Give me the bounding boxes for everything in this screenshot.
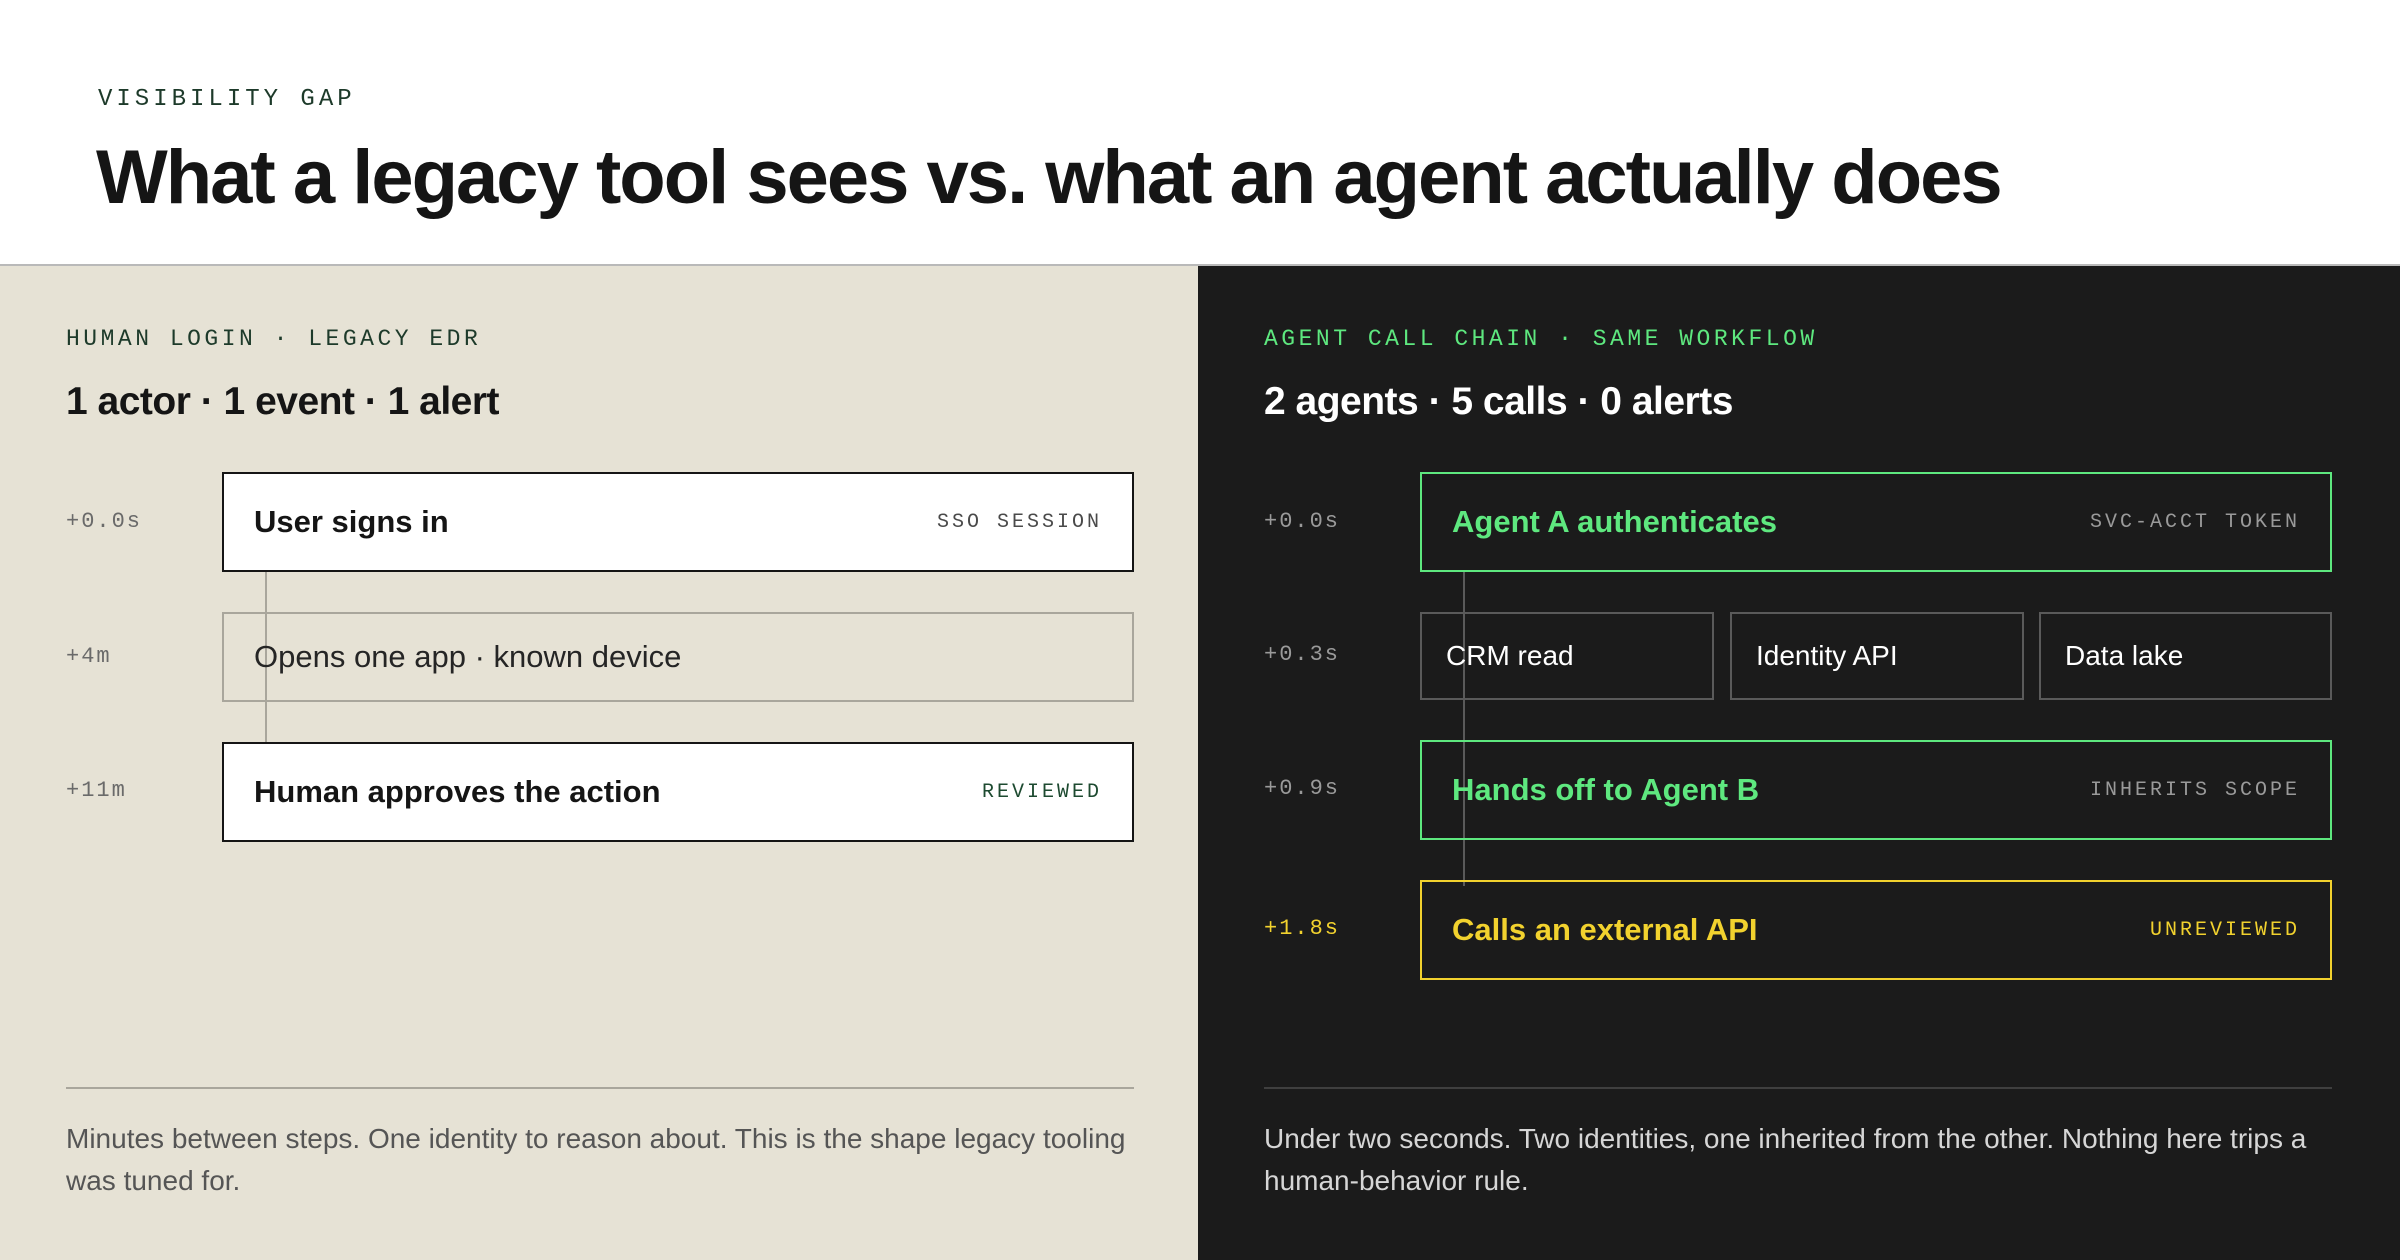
agent-step-tag: UNREVIEWED [2149,918,2300,942]
agent-divider [1264,1087,2332,1089]
agent-step-authenticate: Agent A authenticates SVC-ACCT TOKEN [1420,472,2332,572]
agent-step-label: Agent A authenticates [1452,504,1777,539]
agent-call-crm: CRM read [1420,612,1714,700]
agent-eyebrow: AGENT CALL CHAIN · SAME WORKFLOW [1264,326,1818,352]
header: VISIBILITY GAP What a legacy tool sees v… [0,0,2400,266]
agent-footnote: Under two seconds. Two identities, one i… [1264,1123,2307,1196]
agent-call-label: CRM read [1446,640,1574,671]
agent-step-tag: SVC-ACCT TOKEN [2089,510,2300,534]
agent-step-tag: INHERITS SCOPE [2089,778,2300,802]
legacy-panel: HUMAN LOGIN · LEGACY EDR 1 actor · 1 eve… [0,266,1198,1260]
agent-panel: AGENT CALL CHAIN · SAME WORKFLOW 2 agent… [1198,266,2400,1260]
legacy-step-tag: SSO SESSION [936,510,1102,534]
agent-call-identity: Identity API [1730,612,2024,700]
legacy-step-time: +4m [66,644,112,669]
agent-call-label: Data lake [2065,640,2184,671]
agent-step-label: Calls an external API [1452,912,1758,947]
agent-step-label: Hands off to Agent B [1452,772,1760,807]
legacy-step-label: User signs in [254,504,449,539]
agent-step-external-api: Calls an external API UNREVIEWED [1420,880,2332,980]
legacy-step-signin: User signs in SSO SESSION [222,472,1134,572]
legacy-step-open-app: Opens one app · known device [222,612,1134,702]
page-title: What a legacy tool sees vs. what an agen… [96,135,2003,220]
agent-call-label: Identity API [1756,640,1898,671]
agent-step-time: +0.0s [1264,509,1341,534]
legacy-eyebrow: HUMAN LOGIN · LEGACY EDR [66,326,482,352]
agent-step-handoff: Hands off to Agent B INHERITS SCOPE [1420,740,2332,840]
legacy-step-label: Human approves the action [254,774,661,809]
header-eyebrow: VISIBILITY GAP [98,86,356,113]
agent-step-time: +1.8s [1264,916,1341,941]
legacy-divider [66,1087,1134,1089]
legacy-step-time: +11m [66,778,127,803]
agent-step-time: +0.9s [1264,776,1341,801]
legacy-step-time: +0.0s [66,509,143,534]
legacy-step-approve: Human approves the action REVIEWED [222,742,1134,842]
legacy-step-label: Opens one app · known device [254,639,682,674]
agent-step-time: +0.3s [1264,642,1341,667]
legacy-footnote: Minutes between steps. One identity to r… [66,1123,1126,1196]
legacy-step-tag: REVIEWED [981,780,1102,804]
agent-call-datalake: Data lake [2039,612,2332,700]
legacy-stat: 1 actor · 1 event · 1 alert [66,380,500,423]
agent-stat: 2 agents · 5 calls · 0 alerts [1264,380,1733,423]
